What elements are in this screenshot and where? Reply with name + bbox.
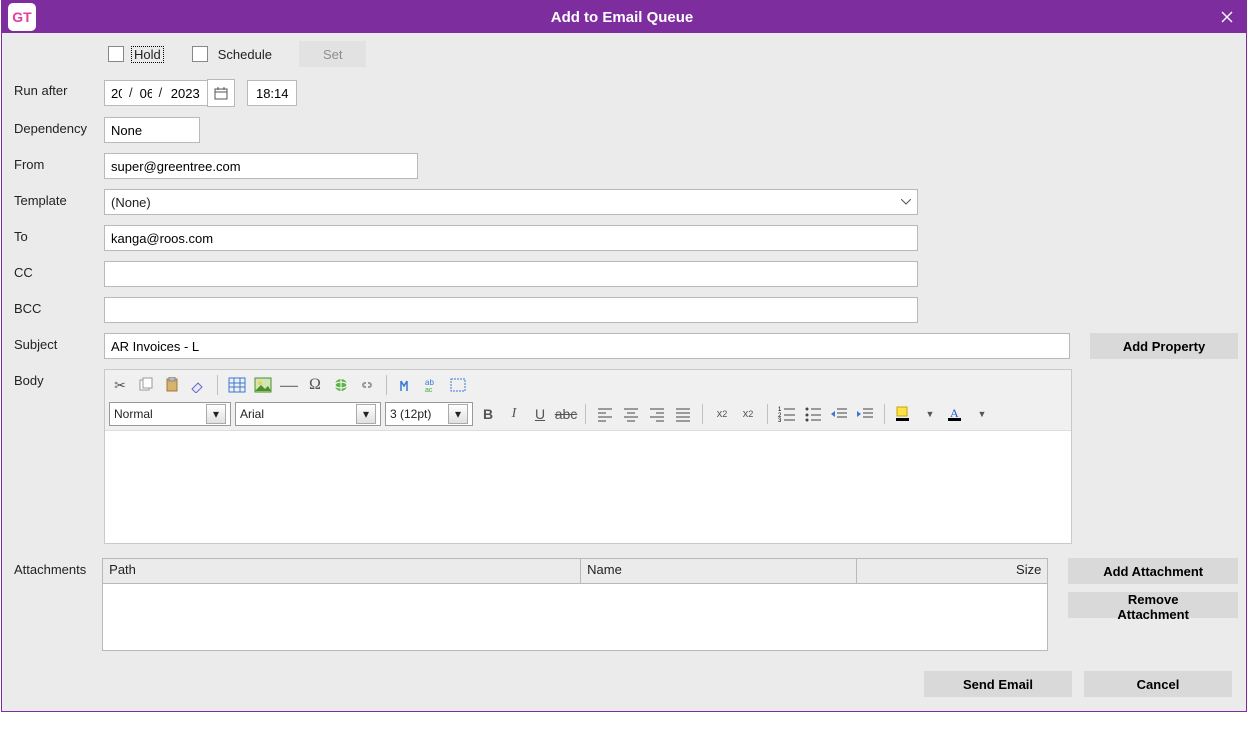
attachments-body[interactable] — [103, 584, 1047, 650]
bcc-label: BCC — [14, 297, 104, 316]
align-center-icon[interactable] — [620, 403, 642, 425]
cc-label: CC — [14, 261, 104, 280]
replace-icon[interactable]: abac — [421, 374, 443, 396]
run-after-label: Run after — [14, 79, 104, 98]
subscript-icon[interactable]: x2 — [737, 403, 759, 425]
hold-checkbox[interactable] — [108, 46, 124, 62]
run-after-year[interactable] — [163, 80, 207, 106]
chevron-down-icon: ▾ — [206, 404, 226, 424]
svg-text:ab: ab — [425, 378, 434, 387]
window-title: Add to Email Queue — [36, 9, 1208, 26]
hold-checkbox-wrap: Hold — [104, 43, 164, 65]
from-field[interactable] — [104, 153, 418, 179]
table-icon[interactable] — [226, 374, 248, 396]
template-selected: (None) — [105, 195, 895, 210]
find-icon[interactable] — [395, 374, 417, 396]
paste-icon[interactable] — [161, 374, 183, 396]
toolbar-separator — [386, 375, 387, 395]
ordered-list-icon[interactable]: 123 — [776, 403, 798, 425]
subject-field[interactable] — [104, 333, 1070, 359]
toolbar-separator — [217, 375, 218, 395]
attachments-col-size[interactable]: Size — [857, 559, 1047, 583]
editor-style-select[interactable]: Normal ▾ — [109, 402, 231, 426]
attachments-col-name[interactable]: Name — [581, 559, 857, 583]
set-button: Set — [299, 41, 367, 67]
attachments-label: Attachments — [14, 558, 102, 577]
link-icon[interactable] — [330, 374, 352, 396]
hold-label: Hold — [131, 46, 164, 63]
align-left-icon[interactable] — [594, 403, 616, 425]
italic-icon[interactable]: I — [503, 403, 525, 425]
image-icon[interactable] — [252, 374, 274, 396]
send-email-button[interactable]: Send Email — [924, 671, 1072, 697]
superscript-icon[interactable]: x2 — [711, 403, 733, 425]
chevron-down-icon: ▾ — [356, 404, 376, 424]
select-all-icon[interactable] — [447, 374, 469, 396]
to-field[interactable] — [104, 225, 918, 251]
cut-icon[interactable]: ✂ — [109, 374, 131, 396]
special-char-icon[interactable]: Ω — [304, 374, 326, 396]
chevron-down-icon[interactable]: ▼ — [971, 403, 993, 425]
body-label: Body — [14, 369, 104, 388]
template-label: Template — [14, 189, 104, 208]
svg-text:3: 3 — [778, 418, 782, 422]
bold-icon[interactable]: B — [477, 403, 499, 425]
toolbar-separator — [585, 404, 586, 424]
dependency-field[interactable] — [104, 117, 200, 143]
editor-toolbar-1: ✂ ― — [105, 370, 1071, 400]
editor-font-select[interactable]: Arial ▾ — [235, 402, 381, 426]
add-attachment-button[interactable]: Add Attachment — [1068, 558, 1238, 584]
svg-text:A: A — [950, 406, 959, 420]
text-color-icon[interactable]: A — [945, 403, 967, 425]
indent-icon[interactable] — [854, 403, 876, 425]
calendar-icon[interactable] — [207, 79, 235, 107]
align-right-icon[interactable] — [646, 403, 668, 425]
align-justify-icon[interactable] — [672, 403, 694, 425]
toolbar-separator — [884, 404, 885, 424]
subject-label: Subject — [14, 333, 104, 352]
run-after-date: / / — [104, 79, 297, 107]
schedule-label: Schedule — [215, 46, 275, 63]
dependency-label: Dependency — [14, 117, 104, 136]
remove-attachment-button[interactable]: Remove Attachment — [1068, 592, 1238, 618]
unordered-list-icon[interactable] — [802, 403, 824, 425]
add-property-button[interactable]: Add Property — [1090, 333, 1238, 359]
attachments-col-path[interactable]: Path — [103, 559, 581, 583]
title-bar: GT Add to Email Queue — [2, 1, 1246, 33]
chevron-down-icon[interactable]: ▼ — [919, 403, 941, 425]
bcc-field[interactable] — [104, 297, 918, 323]
run-after-day[interactable] — [104, 80, 128, 106]
from-label: From — [14, 153, 104, 172]
toolbar-separator — [767, 404, 768, 424]
editor-size-select[interactable]: 3 (12pt) ▾ — [385, 402, 473, 426]
run-after-time[interactable] — [247, 80, 297, 106]
editor-toolbar-2: Normal ▾ Arial ▾ 3 (12pt) ▾ B I U abc — [105, 400, 1071, 430]
close-icon[interactable] — [1208, 1, 1246, 33]
outdent-icon[interactable] — [828, 403, 850, 425]
chevron-down-icon — [895, 190, 917, 214]
strike-icon[interactable]: abc — [555, 403, 577, 425]
template-dropdown[interactable]: (None) — [104, 189, 918, 215]
run-after-month[interactable] — [134, 80, 158, 106]
chevron-down-icon: ▾ — [448, 404, 468, 424]
to-label: To — [14, 225, 104, 244]
unlink-icon[interactable] — [356, 374, 378, 396]
schedule-checkbox-wrap: Schedule — [188, 43, 275, 65]
eraser-icon[interactable] — [187, 374, 209, 396]
body-editor-textarea[interactable] — [105, 430, 1071, 543]
cc-field[interactable] — [104, 261, 918, 287]
app-icon: GT — [8, 3, 36, 31]
hr-icon[interactable]: ― — [278, 374, 300, 396]
schedule-checkbox[interactable] — [192, 46, 208, 62]
highlight-color-icon[interactable] — [893, 403, 915, 425]
attachments-table: Path Name Size — [102, 558, 1048, 651]
body-editor: ✂ ― — [104, 369, 1072, 544]
copy-icon[interactable] — [135, 374, 157, 396]
dialog-window: GT Add to Email Queue Hold Schedule Set … — [1, 0, 1247, 712]
toolbar-separator — [702, 404, 703, 424]
svg-text:ac: ac — [425, 387, 433, 393]
cancel-button[interactable]: Cancel — [1084, 671, 1232, 697]
underline-icon[interactable]: U — [529, 403, 551, 425]
